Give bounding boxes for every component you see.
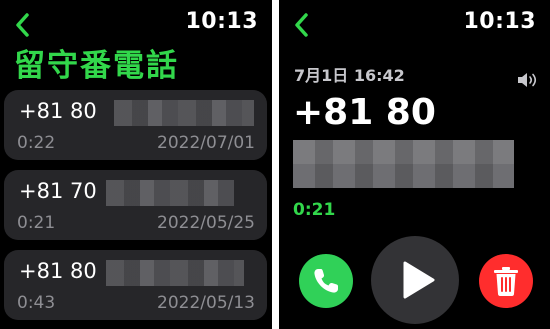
delete-button[interactable] — [479, 254, 533, 308]
voicemail-duration: 0:43 — [17, 293, 56, 313]
voicemail-duration: 0:21 — [293, 200, 336, 220]
voicemail-duration: 0:22 — [17, 133, 56, 153]
trash-icon — [494, 267, 518, 296]
voicemail-detail-screen: 10:13 7月1日 16:42 +81 80 0:21 — [279, 0, 550, 329]
clock: 10:13 — [185, 9, 258, 34]
caller-number: +81 80 — [19, 259, 97, 283]
caller-number: +81 80 — [293, 92, 436, 133]
call-back-button[interactable] — [299, 254, 353, 308]
chevron-left-icon — [295, 13, 308, 37]
voicemail-timestamp: 7月1日 16:42 — [294, 66, 405, 85]
play-button[interactable] — [371, 236, 459, 324]
redacted-number — [293, 140, 514, 188]
caller-number: +81 80 — [19, 99, 97, 123]
speaker-icon — [518, 73, 537, 87]
page-title: 留守番電話 — [14, 48, 179, 84]
voicemail-date: 2022/07/01 — [157, 133, 255, 153]
redacted-number — [106, 180, 234, 206]
caller-number: +81 70 — [19, 179, 97, 203]
redacted-number — [106, 260, 244, 286]
speaker-button[interactable] — [516, 71, 542, 93]
back-button[interactable] — [12, 10, 34, 40]
voicemail-item[interactable]: +81 80 0:43 2022/05/13 — [4, 250, 267, 320]
redacted-number — [114, 100, 254, 126]
voicemail-date: 2022/05/13 — [157, 293, 255, 313]
voicemail-item[interactable]: +81 80 0:22 2022/07/01 — [4, 90, 267, 160]
phone-icon — [314, 269, 338, 293]
voicemail-list: +81 80 0:22 2022/07/01 +81 70 0:21 2022/… — [4, 90, 267, 329]
clock: 10:13 — [463, 9, 536, 34]
voicemail-duration: 0:21 — [17, 213, 56, 233]
chevron-left-icon — [16, 13, 29, 37]
voicemail-list-screen: 10:13 留守番電話 +81 80 0:22 2022/07/01 +81 7… — [0, 0, 272, 329]
voicemail-date: 2022/05/25 — [157, 213, 255, 233]
voicemail-item[interactable]: +81 70 0:21 2022/05/25 — [4, 170, 267, 240]
back-button[interactable] — [291, 10, 313, 40]
play-icon — [403, 261, 435, 299]
